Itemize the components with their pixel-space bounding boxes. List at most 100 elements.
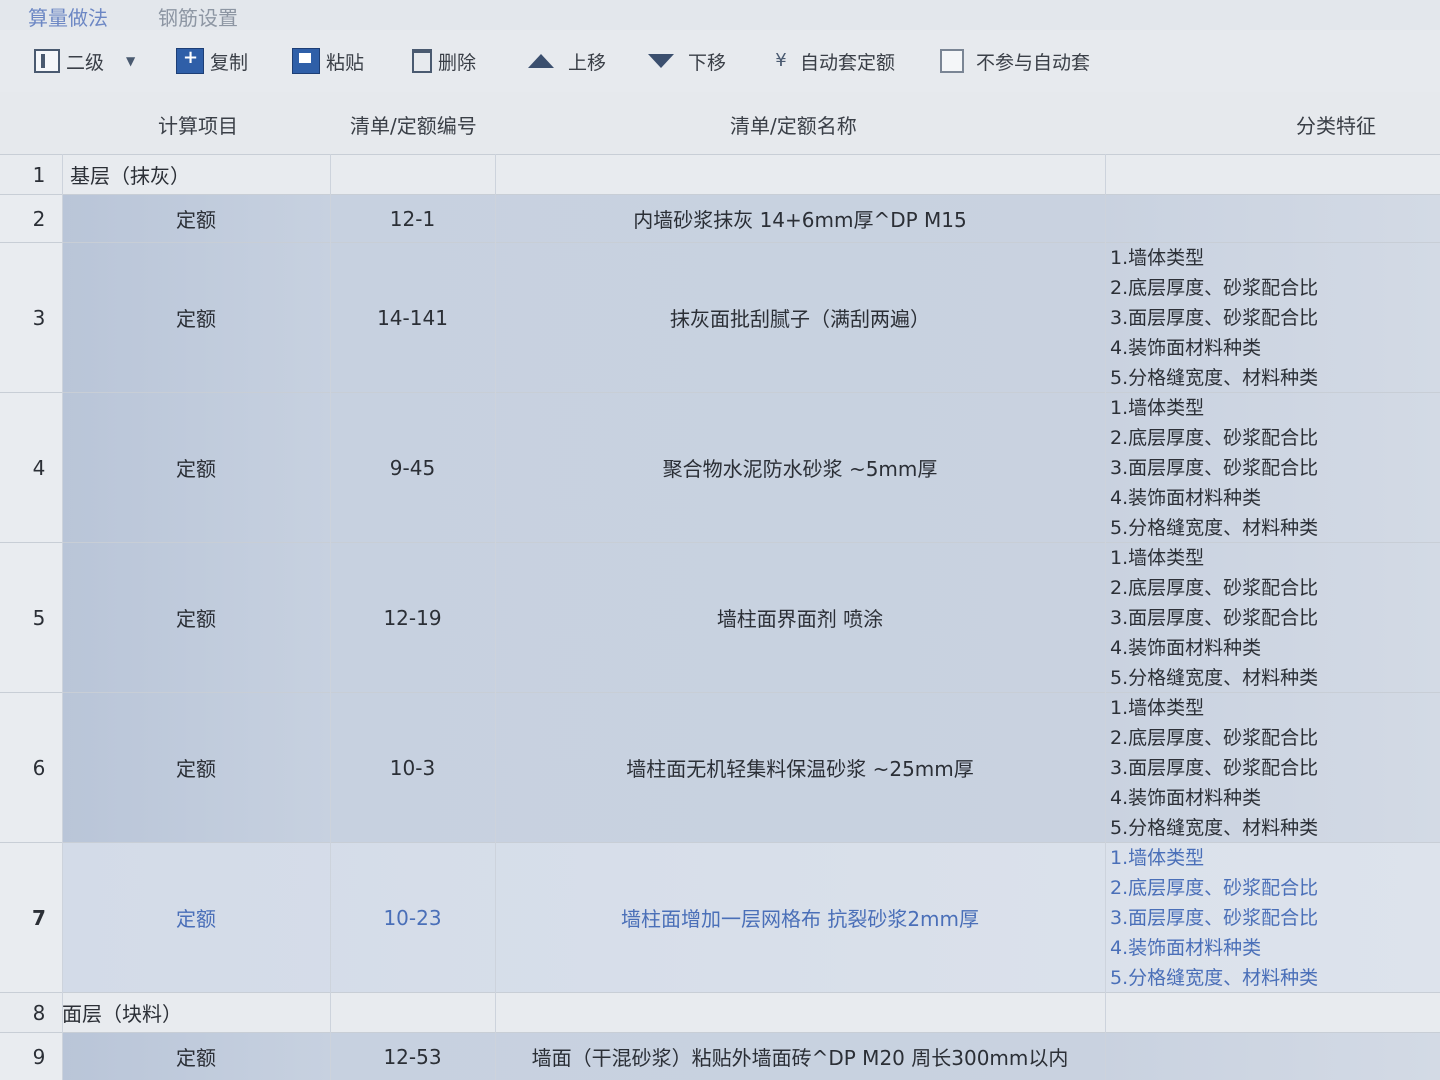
group-label: 基层（抹灰）: [70, 164, 190, 188]
table-row[interactable]: 3 定额 14-141 抹灰面批刮腻子（满刮两遍） 1.墙体类型 2.底层厚度、…: [0, 242, 1440, 392]
row-number: 6: [32, 755, 46, 780]
header-feature[interactable]: 分类特征: [1296, 110, 1376, 139]
move-up-label: 上移: [568, 51, 607, 74]
feature-item: 5.分格缝宽度、材料种类: [1110, 666, 1319, 689]
exclude-auto-label: 不参与自动套: [976, 51, 1091, 74]
table-row[interactable]: 8 面层（块料）: [0, 992, 1440, 1032]
feature-item: 1.墙体类型: [1110, 846, 1205, 869]
code-cell: 10-23: [383, 905, 442, 930]
row-number: 9: [32, 1044, 46, 1069]
tab-bar: 算量做法 钢筋设置: [0, 0, 1440, 30]
level-label: 二级: [66, 51, 105, 74]
row-number: 4: [32, 455, 46, 480]
feature-item: 1.墙体类型: [1110, 246, 1205, 269]
feature-item: 1.墙体类型: [1110, 396, 1205, 419]
code-cell: 9-45: [389, 455, 436, 480]
feature-item: 4.装饰面材料种类: [1110, 336, 1262, 359]
code-cell: 12-1: [389, 206, 436, 231]
move-down-button[interactable]: 下移: [648, 46, 726, 76]
checkbox-icon[interactable]: [940, 49, 964, 73]
table-row[interactable]: 5 定额 12-19 墙柱面界面剂 喷涂 1.墙体类型 2.底层厚度、砂浆配合比…: [0, 542, 1440, 692]
feature-item: 3.面层厚度、砂浆配合比: [1110, 606, 1319, 629]
feature-cell: 1.墙体类型 2.底层厚度、砂浆配合比 3.面层厚度、砂浆配合比 4.装饰面材料…: [1105, 393, 1440, 542]
feature-item: 1.墙体类型: [1110, 696, 1205, 719]
feature-item: 2.底层厚度、砂浆配合比: [1110, 576, 1319, 599]
calc-item-cell: 定额: [176, 1046, 216, 1070]
table-row-selected[interactable]: 7 定额 10-23 墙柱面增加一层网格布 抗裂砂浆2mm厚 1.墙体类型 2.…: [0, 842, 1440, 992]
calc-item-cell: 定额: [176, 757, 216, 781]
copy-label: 复制: [210, 51, 249, 74]
copy-icon: [176, 47, 204, 74]
column-divider: [330, 154, 331, 1080]
calc-item-cell: 定额: [176, 607, 216, 631]
delete-label: 删除: [438, 51, 477, 74]
auto-quota-label: 自动套定额: [800, 51, 896, 74]
level-select[interactable]: 二级 ▼: [34, 46, 135, 76]
name-cell: 聚合物水泥防水砂浆 ~5mm厚: [662, 457, 938, 481]
code-cell: 10-3: [389, 755, 436, 780]
header-calc-item[interactable]: 计算项目: [158, 110, 238, 139]
code-cell: 12-53: [383, 1044, 442, 1069]
yen-icon: ¥: [775, 50, 787, 71]
tab-calc-method[interactable]: 算量做法: [28, 2, 108, 31]
feature-item: 2.底层厚度、砂浆配合比: [1110, 726, 1319, 749]
feature-cell: 1.墙体类型 2.底层厚度、砂浆配合比 3.面层厚度、砂浆配合比 4.装饰面材料…: [1105, 543, 1440, 692]
feature-cell: 1.墙体类型 2.底层厚度、砂浆配合比 3.面层厚度、砂浆配合比 4.装饰面材料…: [1105, 693, 1440, 842]
feature-item: 2.底层厚度、砂浆配合比: [1110, 876, 1319, 899]
feature-item: 3.面层厚度、砂浆配合比: [1110, 756, 1319, 779]
calc-item-cell: 定额: [176, 307, 216, 331]
row-number: 1: [32, 162, 46, 187]
name-cell: 墙面（干混砂浆）粘贴外墙面砖^DP M20 周长300mm以内: [531, 1046, 1069, 1070]
header-code[interactable]: 清单/定额编号: [350, 110, 477, 139]
table-row[interactable]: 4 定额 9-45 聚合物水泥防水砂浆 ~5mm厚 1.墙体类型 2.底层厚度、…: [0, 392, 1440, 542]
move-up-icon: [528, 54, 554, 68]
move-down-icon: [648, 54, 674, 68]
column-divider: [495, 154, 496, 1080]
calc-item-cell: 定额: [176, 457, 216, 481]
feature-item: 2.底层厚度、砂浆配合比: [1110, 426, 1319, 449]
paste-button[interactable]: 粘贴: [292, 46, 364, 76]
row-number: 3: [32, 305, 46, 330]
name-cell: 内墙砂浆抹灰 14+6mm厚^DP M15: [633, 208, 967, 232]
exclude-auto-checkbox[interactable]: 不参与自动套: [940, 46, 1090, 76]
feature-cell: 1.墙体类型 2.底层厚度、砂浆配合比 3.面层厚度、砂浆配合比 4.装饰面材料…: [1105, 243, 1440, 392]
row-number: 8: [32, 1000, 46, 1025]
column-divider: [62, 154, 63, 1080]
feature-item: 3.面层厚度、砂浆配合比: [1110, 906, 1319, 929]
feature-cell: 1.墙体类型 2.底层厚度、砂浆配合比 3.面层厚度、砂浆配合比 4.装饰面材料…: [1105, 843, 1440, 992]
feature-item: 5.分格缝宽度、材料种类: [1110, 966, 1319, 989]
paste-label: 粘贴: [326, 51, 365, 74]
feature-item: 4.装饰面材料种类: [1110, 486, 1262, 509]
code-cell: 12-19: [383, 605, 442, 630]
feature-item: 4.装饰面材料种类: [1110, 936, 1262, 959]
feature-item: 4.装饰面材料种类: [1110, 786, 1262, 809]
feature-item: 1.墙体类型: [1110, 546, 1205, 569]
table-row[interactable]: 2 定额 12-1 内墙砂浆抹灰 14+6mm厚^DP M15: [0, 194, 1440, 242]
feature-item: 3.面层厚度、砂浆配合比: [1110, 306, 1319, 329]
auto-quota-button[interactable]: ¥ 自动套定额: [768, 46, 895, 76]
move-up-button[interactable]: 上移: [528, 46, 606, 76]
header-name[interactable]: 清单/定额名称: [730, 110, 857, 139]
feature-item: 5.分格缝宽度、材料种类: [1110, 816, 1319, 839]
table-row[interactable]: 1 基层（抹灰）: [0, 154, 1440, 194]
row-number: 5: [32, 605, 46, 630]
name-cell: 墙柱面增加一层网格布 抗裂砂浆2mm厚: [620, 907, 980, 931]
delete-button[interactable]: 删除: [412, 46, 476, 76]
calc-item-cell: 定额: [176, 208, 216, 232]
table-row[interactable]: 6 定额 10-3 墙柱面无机轻集料保温砂浆 ~25mm厚 1.墙体类型 2.底…: [0, 692, 1440, 842]
trash-icon: [412, 49, 432, 73]
feature-item: 4.装饰面材料种类: [1110, 636, 1262, 659]
calc-item-cell: 定额: [176, 907, 216, 931]
chevron-down-icon: ▼: [126, 54, 136, 68]
toolbar: 二级 ▼ 复制 粘贴 删除 上移 下移 ¥ 自动套定额 不参与自动套: [0, 30, 1440, 92]
feature-item: 2.底层厚度、砂浆配合比: [1110, 276, 1319, 299]
table-row[interactable]: 9 定额 12-53 墙面（干混砂浆）粘贴外墙面砖^DP M20 周长300mm…: [0, 1032, 1440, 1080]
paste-icon: [292, 48, 320, 74]
table-header: 计算项目 清单/定额编号 清单/定额名称 分类特征: [0, 92, 1440, 154]
level-icon: [34, 49, 60, 73]
copy-button[interactable]: 复制: [176, 46, 248, 76]
name-cell: 墙柱面界面剂 喷涂: [716, 607, 884, 631]
tab-rebar-settings[interactable]: 钢筋设置: [158, 2, 238, 31]
feature-item: 3.面层厚度、砂浆配合比: [1110, 456, 1319, 479]
name-cell: 墙柱面无机轻集料保温砂浆 ~25mm厚: [626, 757, 974, 781]
